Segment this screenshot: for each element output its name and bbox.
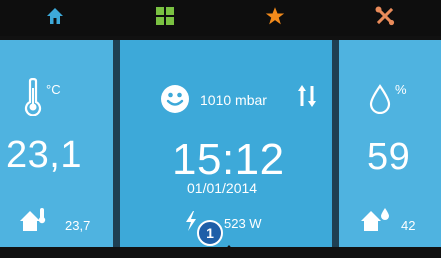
indoor-temperature-icon [20,207,50,238]
humidity-panel[interactable]: % 59 42 [339,40,441,247]
indoor-temperature-value: 23,7 [65,218,91,233]
tools-icon [374,5,396,32]
panel-divider [332,40,339,247]
pressure-trend-icon [298,84,316,113]
indoor-humidity-value: 42 [401,218,416,233]
power-icon [184,211,198,236]
tab-tools[interactable] [330,0,440,36]
home-icon [46,7,64,30]
notification-badge[interactable]: 1 [197,220,223,246]
humidity-value: 59 [367,136,411,178]
grid-icon [155,6,175,31]
indoor-humidity-icon [361,207,391,238]
temperature-panel[interactable]: °C 23,1 23,7 [0,40,113,247]
tab-apps[interactable] [110,0,220,36]
temperature-value: 23,1 [6,134,82,176]
tab-favorites[interactable] [220,0,330,36]
power-value: 523 W [224,216,262,231]
clock-date: 01/01/2014 [187,180,258,196]
thermometer-icon [23,77,43,121]
clock-time: 15:12 [172,135,285,184]
star-icon [265,6,285,31]
temperature-unit: °C [46,82,61,97]
tab-home[interactable] [0,0,110,36]
clock-panel[interactable]: 1010 mbar 15:12 01/01/2014 523 W 1 [120,40,332,253]
caret-up-icon[interactable] [222,240,236,258]
humidity-unit: % [395,82,407,97]
drop-icon [369,84,391,119]
top-tab-bar [0,0,441,36]
panel-divider [113,40,120,247]
pressure-value: 1010 mbar [200,92,267,108]
smiley-icon [160,84,190,119]
